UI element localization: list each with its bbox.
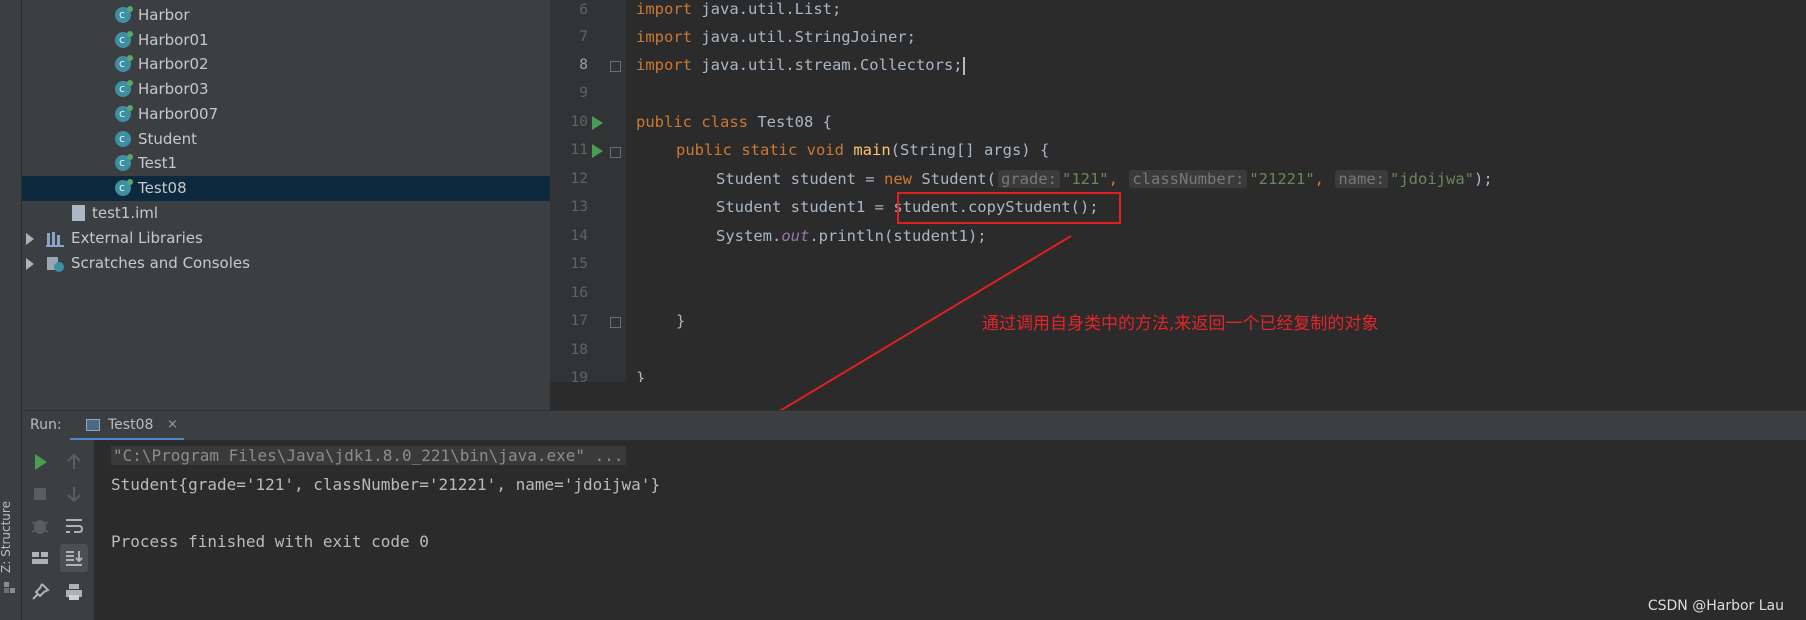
run-icon[interactable] <box>28 450 52 474</box>
run-toolbar <box>22 440 94 620</box>
debug-bug-icon[interactable] <box>28 514 52 538</box>
layout-icon[interactable] <box>28 546 52 570</box>
console-command-text: "C:\Program Files\Java\jdk1.8.0_221\bin\… <box>111 446 626 465</box>
close-icon[interactable]: × <box>167 417 178 432</box>
print-icon[interactable] <box>62 580 86 604</box>
scroll-to-end-icon <box>66 551 83 566</box>
console-output[interactable]: "C:\Program Files\Java\jdk1.8.0_221\bin\… <box>94 440 1806 620</box>
stop-icon[interactable] <box>28 482 52 506</box>
scroll-to-end-toggle[interactable] <box>60 544 88 572</box>
run-tab-label: Test08 <box>108 417 154 433</box>
run-panel-header: Run: Test08 × <box>22 410 1806 441</box>
pin-icon[interactable] <box>28 580 52 604</box>
arrow-up-icon[interactable] <box>62 450 86 474</box>
soft-wrap-icon[interactable] <box>62 514 86 538</box>
console-line: "C:\Program Files\Java\jdk1.8.0_221\bin\… <box>111 446 626 465</box>
watermark: CSDN @Harbor Lau <box>1647 598 1784 614</box>
console-line: Process finished with exit code 0 <box>111 532 429 551</box>
console-line: Student{grade='121', classNumber='21221'… <box>111 475 661 494</box>
run-panel-label: Run: <box>30 417 62 433</box>
arrow-down-icon[interactable] <box>62 482 86 506</box>
console-tab-icon <box>86 419 100 431</box>
run-tab-test08[interactable]: Test08 × <box>70 411 184 441</box>
